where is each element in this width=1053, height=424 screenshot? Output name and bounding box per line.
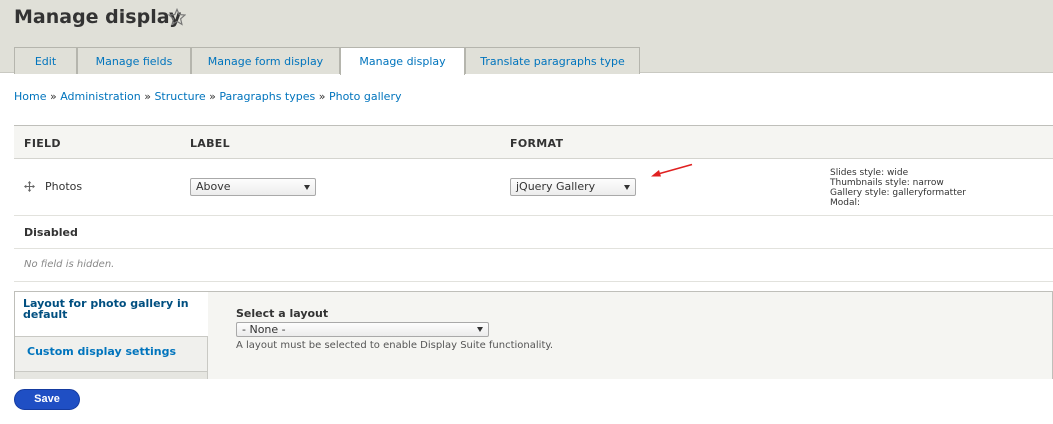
table-row: Photos Above jQuery Gallery Slides style… [14,159,1053,216]
summary-line: Gallery style: galleryformatter [830,188,966,198]
page-header: Manage display Edit Manage fields Manage… [0,0,1053,75]
breadcrumb-separator: » [49,90,61,103]
layout-vertical-tabs: Layout for photo gallery in default Cust… [14,291,1053,379]
column-header-label: LABEL [190,137,230,150]
select-layout-label: Select a layout [236,307,329,320]
layout-select[interactable]: - None - [236,322,489,337]
move-arrows-icon[interactable] [24,181,35,192]
chevron-down-icon [624,185,630,190]
column-header-field: FIELD [24,137,61,150]
breadcrumb-home[interactable]: Home [14,90,46,103]
breadcrumb-separator: » [144,90,155,103]
vertical-tab-filler [15,372,208,379]
red-arrow-icon [651,163,693,177]
vertical-tab-list: Layout for photo gallery in default Cust… [15,292,208,379]
summary-line: Slides style: wide [830,168,909,178]
breadcrumb-separator: » [318,90,329,103]
label-select[interactable]: Above [190,178,316,196]
vertical-tab-custom-display-settings[interactable]: Custom display settings [15,336,208,372]
layout-select-value: - None - [242,323,286,336]
star-outline-icon[interactable] [168,8,186,26]
breadcrumb-structure[interactable]: Structure [154,90,205,103]
chevron-down-icon [477,327,483,332]
save-button[interactable]: Save [14,389,80,410]
field-display-table: FIELD LABEL FORMAT Photos Above jQuery G… [14,125,1053,282]
format-select[interactable]: jQuery Gallery [510,178,636,196]
tab-edit[interactable]: Edit [14,47,77,74]
layout-description: A layout must be selected to enable Disp… [236,340,554,351]
page-title: Manage display [14,6,182,28]
summary-line: Modal: [830,198,861,208]
breadcrumb-paragraphs-types[interactable]: Paragraphs types [219,90,315,103]
format-select-value: jQuery Gallery [516,180,596,193]
field-name: Photos [45,180,83,193]
tab-translate-paragraphs-type[interactable]: Translate paragraphs type [465,47,640,74]
region-empty-row: No field is hidden. [14,249,1053,282]
column-header-format: FORMAT [510,137,564,150]
table-header: FIELD LABEL FORMAT [14,126,1053,159]
summary-line: Thumbnails style: narrow [830,178,944,188]
formatter-summary: Slides style: wide Thumbnails style: nar… [830,168,966,208]
chevron-down-icon [304,185,310,190]
tab-manage-fields[interactable]: Manage fields [77,47,191,74]
breadcrumb-photo-gallery[interactable]: Photo gallery [329,90,402,103]
vertical-tab-layout[interactable]: Layout for photo gallery in default [15,292,208,336]
no-hidden-message: No field is hidden. [24,259,115,270]
tab-manage-form-display[interactable]: Manage form display [191,47,340,74]
breadcrumb-separator: » [209,90,220,103]
region-row-disabled: Disabled [14,216,1053,249]
label-select-value: Above [196,180,231,193]
breadcrumb: Home » Administration » Structure » Para… [14,90,401,103]
breadcrumb-administration[interactable]: Administration [60,90,141,103]
tab-manage-display[interactable]: Manage display [340,47,465,75]
disabled-heading: Disabled [24,226,78,239]
